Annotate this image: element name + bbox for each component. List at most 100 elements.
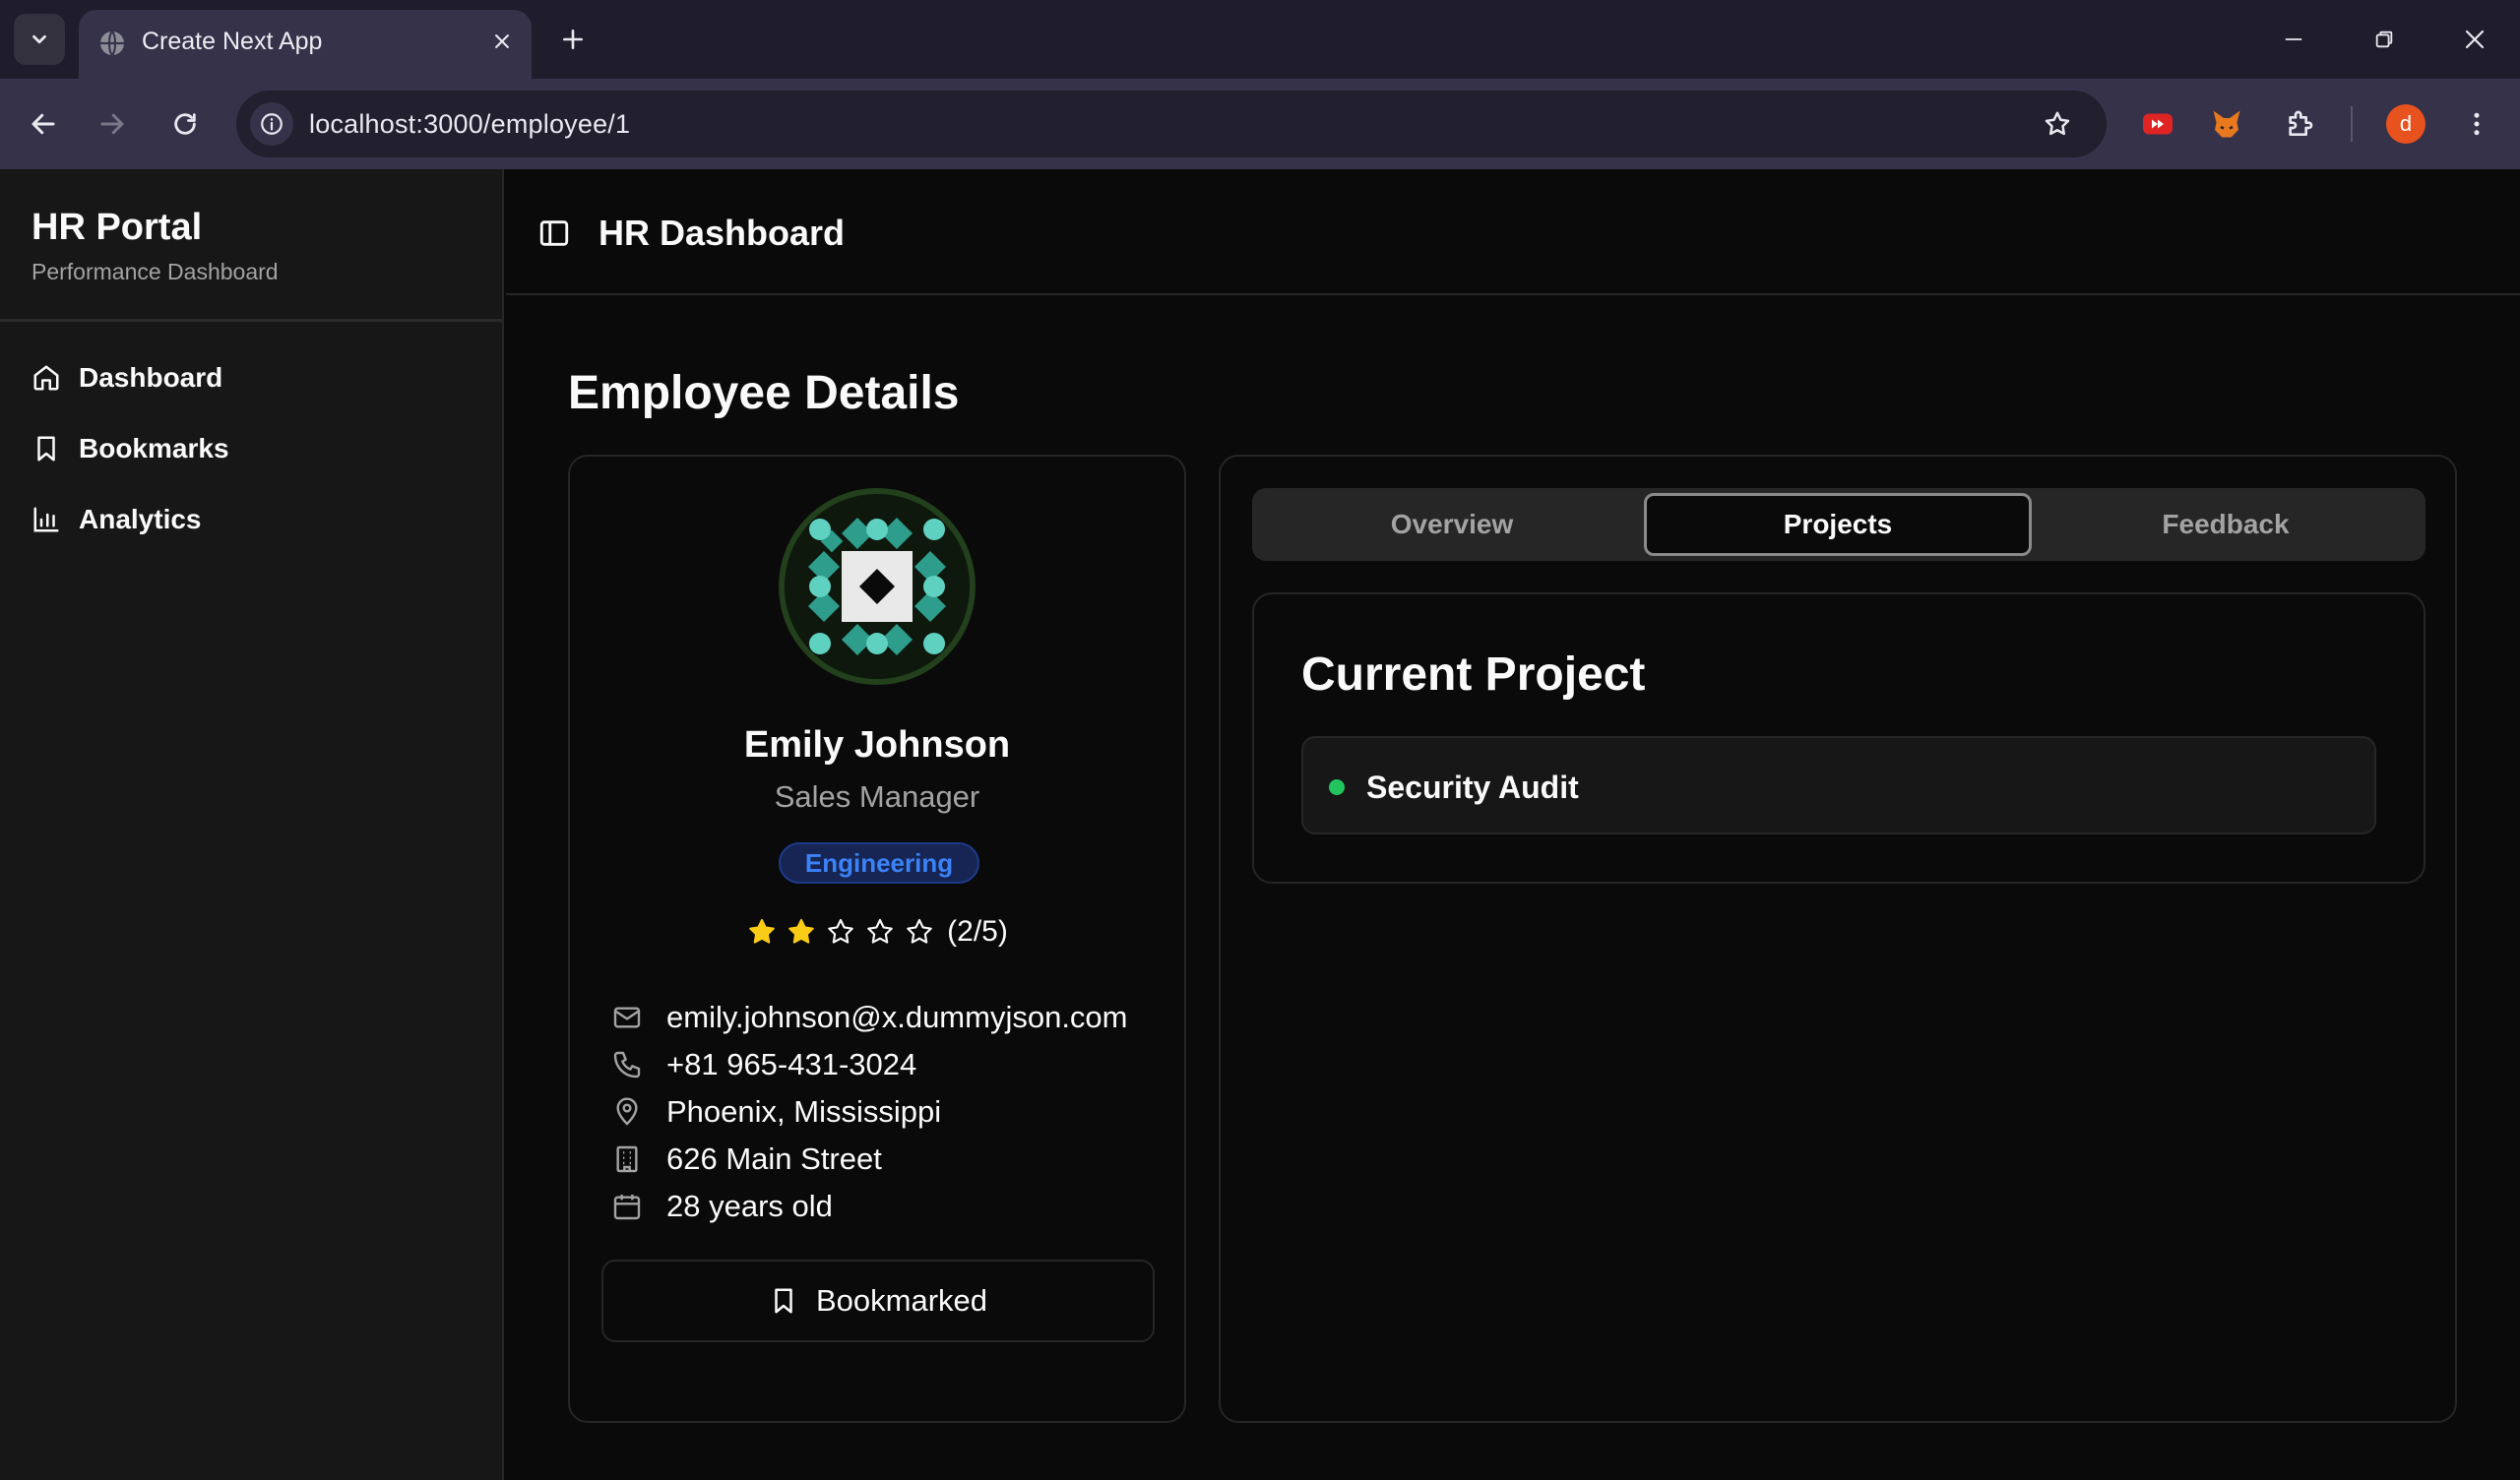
bookmark-star-button[interactable] — [2036, 102, 2079, 146]
map-pin-icon — [616, 1097, 638, 1126]
sidebar-item-dashboard[interactable]: Dashboard — [32, 342, 229, 413]
contact-phone: +81 965-431-3024 — [611, 1041, 1128, 1088]
star-outline-icon — [907, 918, 932, 944]
arrow-left-icon — [32, 113, 55, 135]
building-icon — [616, 1145, 638, 1173]
metamask-extension-button[interactable] — [2203, 100, 2250, 148]
calendar-icon — [613, 1195, 641, 1220]
department-badge: Engineering — [779, 842, 979, 884]
tab-close-button[interactable] — [486, 26, 518, 57]
sidebar-toggle-icon[interactable] — [537, 216, 571, 250]
contact-age: 28 years old — [611, 1183, 1128, 1230]
contact-info-list: emily.johnson@x.dummyjson.com +81 965-43… — [611, 994, 1128, 1230]
sidebar-item-analytics[interactable]: Analytics — [32, 484, 229, 555]
mail-icon — [613, 1007, 641, 1028]
browser-toolbar: localhost:3000/employee/1 d — [0, 79, 2520, 169]
app-subtitle: Performance Dashboard — [32, 259, 279, 284]
reload-icon — [174, 113, 196, 135]
sidebar-nav: Dashboard Bookmarks Analytics — [32, 342, 229, 555]
arrow-right-icon — [100, 113, 124, 135]
contact-location: Phoenix, Mississippi — [611, 1088, 1128, 1136]
sidebar-item-label: Bookmarks — [79, 433, 229, 463]
app-name: HR Portal — [32, 207, 203, 248]
tab-search-button[interactable] — [14, 14, 65, 65]
status-dot — [1329, 779, 1345, 795]
location-text: Phoenix, Mississippi — [666, 1094, 942, 1129]
url-text[interactable]: localhost:3000/employee/1 — [309, 109, 630, 140]
bookmark-icon — [775, 1288, 792, 1314]
rating-text: (2/5) — [947, 915, 1008, 948]
age-text: 28 years old — [666, 1189, 833, 1223]
email-text: emily.johnson@x.dummyjson.com — [666, 1000, 1128, 1034]
browser-menu-button[interactable] — [2453, 100, 2500, 148]
restore-icon — [2375, 31, 2393, 48]
sidebar: HR Portal Performance Dashboard Dashboar… — [0, 169, 504, 1480]
project-name: Security Audit — [1366, 770, 1579, 805]
contact-email: emily.johnson@x.dummyjson.com — [611, 994, 1128, 1041]
page-title: Employee Details — [568, 367, 960, 419]
employee-role: Sales Manager — [774, 779, 980, 814]
browser-tab[interactable]: Create Next App — [79, 10, 532, 79]
brand: HR Portal Performance Dashboard — [32, 207, 279, 285]
phone-icon — [613, 1051, 641, 1079]
info-icon — [261, 113, 283, 135]
back-button[interactable] — [20, 100, 67, 148]
globe-icon — [100, 31, 124, 56]
bookmark-button[interactable]: Bookmarked — [601, 1260, 1155, 1342]
rating-stars: (2/5) — [570, 915, 1184, 949]
plus-icon — [563, 30, 583, 49]
star-filled-icon — [749, 918, 775, 944]
extensions-button[interactable] — [2276, 100, 2323, 148]
current-project-title: Current Project — [1301, 648, 1646, 701]
employee-profile-card: Emily Johnson Sales Manager Engineering … — [568, 455, 1186, 1423]
new-tab-button[interactable] — [551, 18, 595, 61]
site-info-button[interactable] — [250, 102, 293, 146]
bookmark-icon — [37, 436, 55, 462]
forward-button[interactable] — [89, 100, 136, 148]
home-icon — [33, 365, 59, 391]
close-icon — [2465, 30, 2485, 49]
star-outline-icon — [2045, 111, 2070, 136]
top-header: HR Dashboard — [506, 169, 2520, 295]
bar-chart-icon — [33, 507, 59, 532]
star-outline-icon — [828, 918, 853, 944]
address-bar[interactable]: localhost:3000/employee/1 — [236, 91, 2107, 157]
contact-address: 626 Main Street — [611, 1136, 1128, 1183]
tab-projects[interactable]: Projects — [1644, 493, 2032, 556]
employee-details-card: Overview Projects Feedback Current Proje… — [1219, 455, 2457, 1423]
restore-button[interactable] — [2355, 14, 2414, 65]
chevron-down-icon — [32, 34, 46, 44]
tab-overview[interactable]: Overview — [1258, 493, 1646, 556]
tab-title: Create Next App — [142, 28, 323, 55]
profile-avatar-button[interactable]: d — [2386, 104, 2426, 144]
close-icon — [495, 34, 509, 48]
youtube-extension-icon — [2143, 113, 2173, 135]
sidebar-divider — [0, 319, 502, 322]
reload-button[interactable] — [161, 100, 209, 148]
close-window-button[interactable] — [2445, 14, 2504, 65]
phone-text: +81 965-431-3024 — [666, 1047, 917, 1081]
employee-name: Emily Johnson — [743, 724, 1011, 766]
identicon-avatar-image — [785, 494, 970, 679]
puzzle-icon — [2289, 110, 2313, 136]
more-vertical-icon — [2474, 112, 2480, 136]
bookmark-button-label: Bookmarked — [815, 1283, 988, 1318]
header-title: HR Dashboard — [598, 213, 846, 253]
sidebar-item-bookmarks[interactable]: Bookmarks — [32, 413, 229, 484]
fox-extension-icon — [2213, 110, 2240, 138]
minimize-icon — [2285, 38, 2302, 40]
current-project-card: Current Project Security Audit — [1252, 592, 2426, 884]
address-text: 626 Main Street — [666, 1141, 882, 1176]
sidebar-item-label: Analytics — [79, 504, 202, 534]
youtube-extension-button[interactable] — [2134, 100, 2181, 148]
browser-tab-bar: Create Next App — [0, 0, 2520, 79]
star-outline-icon — [867, 918, 893, 944]
star-filled-icon — [788, 918, 814, 944]
avatar — [779, 488, 976, 685]
tab-feedback[interactable]: Feedback — [2032, 493, 2420, 556]
minimize-button[interactable] — [2264, 14, 2323, 65]
toolbar-separator — [2351, 106, 2353, 142]
list-item: Security Audit — [1301, 736, 2376, 834]
sidebar-item-label: Dashboard — [79, 362, 223, 393]
detail-tabs: Overview Projects Feedback — [1252, 488, 2426, 561]
